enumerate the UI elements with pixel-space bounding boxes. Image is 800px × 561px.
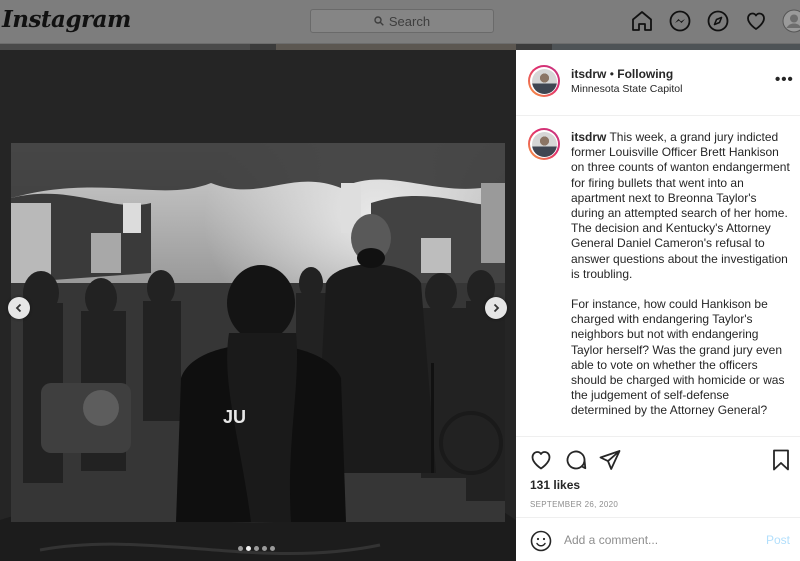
- post-actions-area: 131 likes SEPTEMBER 26, 2020 Post: [516, 436, 800, 561]
- post-photo[interactable]: JU: [11, 143, 505, 522]
- carousel-dot: [254, 546, 259, 551]
- post-media-area: JU: [0, 50, 516, 561]
- search-box[interactable]: Search: [310, 9, 494, 33]
- explore-icon[interactable]: [706, 9, 730, 33]
- chevron-right-icon: [493, 303, 500, 313]
- caption-text: itsdrw This week, a grand jury indicted …: [571, 130, 791, 419]
- home-icon[interactable]: [630, 9, 654, 33]
- comment-bar: Post: [516, 517, 800, 561]
- post-location[interactable]: Minnesota State Capitol: [571, 83, 682, 95]
- carousel-dot-active: [246, 546, 251, 551]
- caption-section: itsdrw This week, a grand jury indicted …: [516, 116, 800, 436]
- comment-icon[interactable]: [564, 448, 588, 472]
- caption-author-avatar[interactable]: [528, 128, 560, 160]
- caption-paragraph-1: This week, a grand jury indicted former …: [571, 130, 790, 281]
- carousel-dot: [238, 546, 243, 551]
- post-header: itsdrw • Following Minnesota State Capit…: [516, 50, 800, 116]
- carousel-dot: [262, 546, 267, 551]
- post-date: SEPTEMBER 26, 2020: [530, 500, 619, 509]
- instagram-logo[interactable]: Instagram: [2, 6, 131, 33]
- caption-paragraph-2: For instance, how could Hankison be char…: [571, 297, 785, 418]
- carousel-prev-button[interactable]: [8, 297, 30, 319]
- svg-text:JU: JU: [223, 407, 246, 427]
- like-heart-icon[interactable]: [529, 448, 553, 472]
- separator-dot: •: [609, 67, 614, 81]
- likes-count[interactable]: 131 likes: [530, 478, 580, 492]
- carousel-dot: [270, 546, 275, 551]
- comment-input[interactable]: [564, 533, 754, 547]
- share-icon[interactable]: [598, 448, 622, 472]
- search-icon: [374, 16, 384, 26]
- save-bookmark-icon[interactable]: [769, 448, 793, 472]
- emoji-smiley-icon[interactable]: [529, 529, 553, 553]
- carousel-next-button[interactable]: [485, 297, 507, 319]
- heart-icon[interactable]: [744, 9, 768, 33]
- post-details-panel: itsdrw • Following Minnesota State Capit…: [516, 50, 800, 561]
- more-options-icon[interactable]: •••: [775, 72, 794, 87]
- search-placeholder: Search: [388, 13, 431, 29]
- author-username[interactable]: itsdrw: [571, 67, 606, 81]
- following-button[interactable]: Following: [617, 67, 673, 81]
- messenger-icon[interactable]: [668, 9, 692, 33]
- author-avatar[interactable]: [528, 65, 560, 97]
- chevron-left-icon: [15, 303, 22, 313]
- caption-username[interactable]: itsdrw: [571, 130, 606, 144]
- carousel-dots: [238, 546, 275, 551]
- post-comment-button[interactable]: Post: [766, 533, 790, 547]
- profile-avatar[interactable]: [782, 9, 800, 33]
- top-navigation-bar: Instagram Search: [0, 0, 800, 44]
